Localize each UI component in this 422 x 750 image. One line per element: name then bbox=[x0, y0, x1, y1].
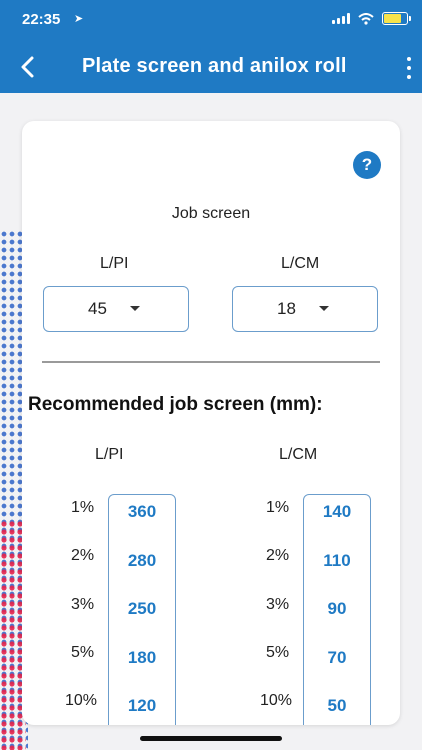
page-title: Plate screen and anilox roll bbox=[82, 55, 347, 77]
divider bbox=[42, 361, 380, 363]
pct-label: 5% bbox=[71, 644, 95, 661]
pct-label: 3% bbox=[71, 596, 95, 613]
more-options-button[interactable] bbox=[404, 57, 414, 79]
pct-label: 1% bbox=[71, 499, 95, 516]
signal-icon bbox=[332, 13, 350, 24]
status-icons bbox=[332, 12, 411, 25]
pct-label: 3% bbox=[266, 596, 290, 613]
caret-down-icon bbox=[130, 306, 140, 311]
lpi-select-value: 45 bbox=[88, 299, 107, 318]
recommended-title: Recommended job screen (mm): bbox=[28, 394, 323, 415]
location-arrow-icon: ➤ bbox=[74, 13, 84, 25]
status-time: 22:35 bbox=[22, 11, 61, 28]
lpi-value: 250 bbox=[127, 599, 157, 618]
calculator-card: ? Job screen L/PI L/CM 45 18 Recommended… bbox=[22, 121, 400, 725]
lpi-label: L/PI bbox=[100, 255, 129, 272]
pct-label: 1% bbox=[266, 499, 290, 516]
battery-icon bbox=[382, 12, 411, 25]
caret-down-icon bbox=[319, 306, 329, 311]
back-button[interactable] bbox=[16, 54, 40, 80]
lcm-value: 50 bbox=[327, 696, 347, 715]
pct-label: 5% bbox=[266, 644, 290, 661]
lcm-select-value: 18 bbox=[277, 299, 296, 318]
lpi-column-header: L/PI bbox=[95, 446, 124, 463]
chevron-left-icon bbox=[21, 56, 34, 78]
app-header: 22:35 ➤ Plate screen and anilox roll bbox=[0, 0, 422, 93]
help-button[interactable]: ? bbox=[353, 151, 381, 179]
lcm-label: L/CM bbox=[281, 255, 320, 272]
pct-label: 10% bbox=[65, 692, 98, 709]
lcm-column-header: L/CM bbox=[279, 446, 318, 463]
lcm-value: 90 bbox=[327, 599, 347, 618]
lcm-value: 70 bbox=[327, 648, 347, 667]
lcm-select[interactable]: 18 bbox=[232, 286, 378, 332]
pct-label: 2% bbox=[71, 547, 95, 564]
lcm-value: 110 bbox=[323, 551, 351, 570]
lpi-value: 280 bbox=[127, 551, 157, 570]
pct-label: 10% bbox=[260, 692, 293, 709]
job-screen-label: Job screen bbox=[171, 205, 251, 222]
lpi-select[interactable]: 45 bbox=[43, 286, 189, 332]
more-vert-icon bbox=[407, 57, 411, 61]
home-indicator[interactable] bbox=[140, 736, 282, 741]
wifi-icon bbox=[358, 12, 374, 25]
lcm-value: 140 bbox=[322, 502, 352, 521]
lpi-value: 360 bbox=[127, 502, 157, 521]
lpi-value: 180 bbox=[127, 648, 157, 667]
lpi-value: 120 bbox=[127, 696, 157, 715]
pct-label: 2% bbox=[266, 547, 290, 564]
